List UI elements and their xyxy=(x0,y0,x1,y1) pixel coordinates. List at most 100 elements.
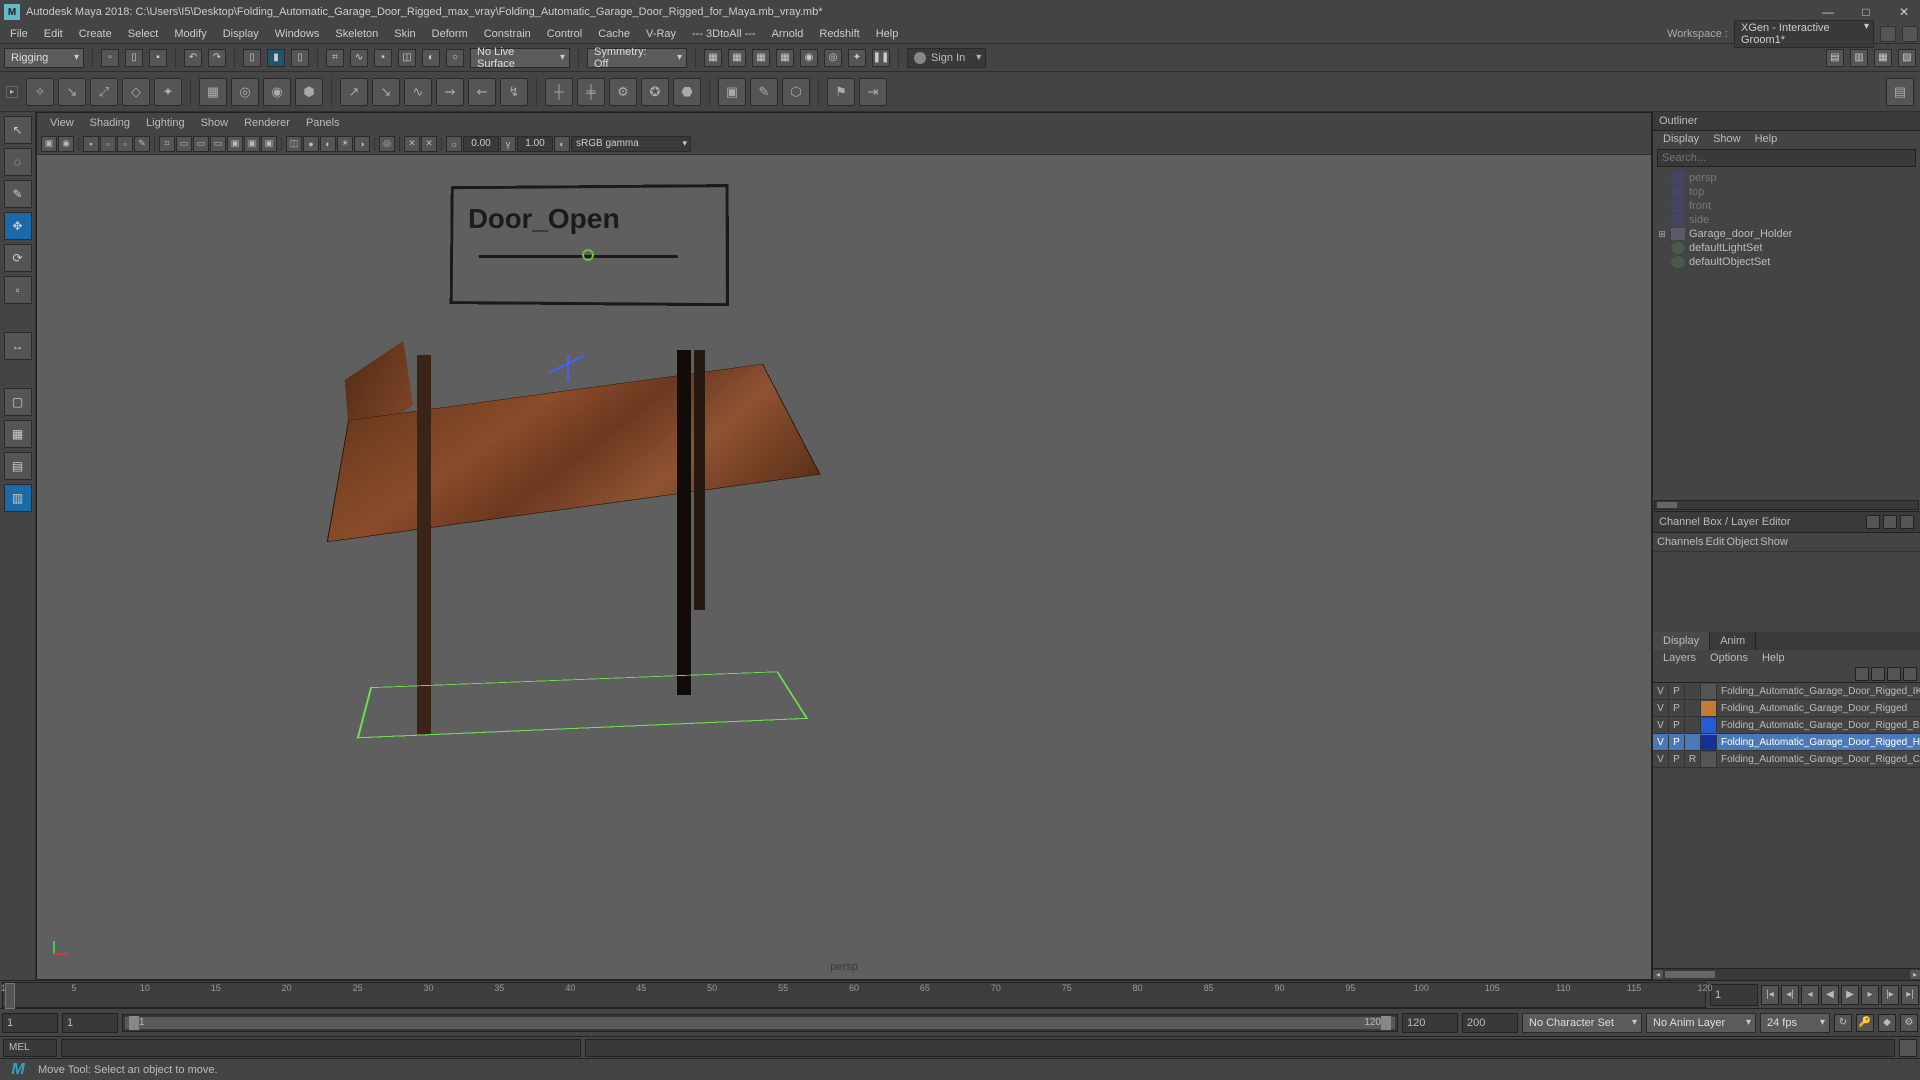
vp-gamma-icon[interactable]: γ xyxy=(500,136,516,152)
layer-list[interactable]: V P Folding_Automatic_Garage_Door_Rigged… xyxy=(1653,682,1920,968)
vp-lock-camera-icon[interactable]: ◉ xyxy=(58,136,74,152)
sign-in-button[interactable]: Sign In xyxy=(907,48,986,68)
select-mode-hierarchy-icon[interactable]: ▯ xyxy=(243,49,261,67)
snap-point-icon[interactable]: • xyxy=(374,49,392,67)
pause-render-icon[interactable]: ❚❚ xyxy=(872,49,890,67)
outliner-search-input[interactable] xyxy=(1657,149,1916,167)
shelf-tool-2-icon[interactable]: ↘ xyxy=(58,78,86,106)
cbox-menu-object[interactable]: Object xyxy=(1726,536,1758,548)
workspace-selector[interactable]: XGen - Interactive Groom1* xyxy=(1734,20,1874,48)
vp-safe-action-icon[interactable]: ▣ xyxy=(244,136,260,152)
shelf-skin-2-icon[interactable]: ◎ xyxy=(231,78,259,106)
menu-skeleton[interactable]: Skeleton xyxy=(327,28,386,40)
shelf-skin-4-icon[interactable]: ⬢ xyxy=(295,78,323,106)
outliner-item-top[interactable]: top xyxy=(1655,185,1918,199)
paint-select-tool[interactable]: ✎ xyxy=(4,180,32,208)
layer-visibility-toggle[interactable]: V xyxy=(1653,735,1669,750)
view-outliner-icon[interactable]: ▥ xyxy=(4,484,32,512)
shelf-deform-4-icon[interactable]: ⇝ xyxy=(436,78,464,106)
live-surface-selector[interactable]: No Live Surface xyxy=(470,48,570,68)
range-start-outer[interactable]: 1 xyxy=(2,1013,58,1033)
menu-constrain[interactable]: Constrain xyxy=(476,28,539,40)
go-start-button[interactable]: |◂ xyxy=(1761,985,1779,1005)
vp-menu-renderer[interactable]: Renderer xyxy=(237,117,297,129)
command-input[interactable] xyxy=(61,1039,581,1057)
sidebar-toggle-4-icon[interactable]: ▧ xyxy=(1898,49,1916,67)
menu-file[interactable]: File xyxy=(2,28,36,40)
layer-row[interactable]: V P Folding_Automatic_Garage_Door_Rigged… xyxy=(1653,683,1920,700)
layer-visibility-toggle[interactable]: V xyxy=(1653,684,1669,699)
vp-select-camera-icon[interactable]: ▣ xyxy=(41,136,57,152)
layer-playback-toggle[interactable]: P xyxy=(1669,718,1685,733)
layer-visibility-toggle[interactable]: V xyxy=(1653,718,1669,733)
layer-color-swatch[interactable] xyxy=(1701,752,1717,767)
expand-icon[interactable]: ⊞ xyxy=(1657,229,1667,240)
layer-name[interactable]: Folding_Automatic_Garage_Door_Rigged xyxy=(1717,703,1920,714)
range-slider-range[interactable]: 1 120 xyxy=(125,1017,1395,1029)
vp-safe-title-icon[interactable]: ▣ xyxy=(261,136,277,152)
scrollbar-thumb[interactable] xyxy=(1657,502,1677,508)
shelf-misc-4-icon[interactable]: ⚑ xyxy=(827,78,855,106)
ipr-render-icon[interactable]: ▦ xyxy=(728,49,746,67)
layer-new-selected-icon[interactable] xyxy=(1903,667,1917,681)
sidebar-toggle-1-icon[interactable]: ▤ xyxy=(1826,49,1844,67)
fps-selector[interactable]: 24 fps xyxy=(1760,1013,1830,1033)
layer-move-down-icon[interactable] xyxy=(1871,667,1885,681)
shelf-end-icon[interactable]: ▤ xyxy=(1886,78,1914,106)
vp-xray-icon[interactable]: ✕ xyxy=(404,136,420,152)
layer-tab-display[interactable]: Display xyxy=(1653,632,1710,650)
vp-2d-pan-icon[interactable]: ▫ xyxy=(117,136,133,152)
scale-tool[interactable]: ▫ xyxy=(4,276,32,304)
channel-box-body[interactable] xyxy=(1653,552,1920,632)
lasso-tool[interactable]: ◌ xyxy=(4,148,32,176)
render-setup-icon[interactable]: ◎ xyxy=(824,49,842,67)
shelf-deform-2-icon[interactable]: ↘ xyxy=(372,78,400,106)
layer-display-type-toggle[interactable] xyxy=(1685,718,1701,733)
outliner-item-side[interactable]: side xyxy=(1655,213,1918,227)
shelf-constrain-4-icon[interactable]: ✪ xyxy=(641,78,669,106)
current-time-indicator[interactable] xyxy=(5,983,15,1009)
set-key-icon[interactable]: ◆ xyxy=(1878,1014,1896,1032)
vp-gamma-value[interactable]: 1.00 xyxy=(517,136,553,152)
scroll-left-icon[interactable]: ◂ xyxy=(1653,970,1663,979)
select-mode-component-icon[interactable]: ▯ xyxy=(291,49,309,67)
cbox-menu-edit[interactable]: Edit xyxy=(1705,536,1724,548)
loop-mode-icon[interactable]: ↻ xyxy=(1834,1014,1852,1032)
scroll-right-icon[interactable]: ▸ xyxy=(1910,970,1920,979)
shelf-deform-5-icon[interactable]: ⇜ xyxy=(468,78,496,106)
view-layout-icon[interactable]: ▤ xyxy=(4,452,32,480)
move-tool[interactable]: ✥ xyxy=(4,212,32,240)
layer-playback-toggle[interactable]: P xyxy=(1669,752,1685,767)
menu-create[interactable]: Create xyxy=(71,28,120,40)
shelf-constrain-2-icon[interactable]: ╪ xyxy=(577,78,605,106)
layer-name[interactable]: Folding_Automatic_Garage_Door_Rigged_Con… xyxy=(1717,754,1920,765)
shelf-deform-1-icon[interactable]: ↗ xyxy=(340,78,368,106)
shelf-tool-3-icon[interactable]: ⤢ xyxy=(90,78,118,106)
view-single-icon[interactable]: ▢ xyxy=(4,388,32,416)
undo-icon[interactable]: ↶ xyxy=(184,49,202,67)
cbox-menu-show[interactable]: Show xyxy=(1760,536,1788,548)
render-settings-icon[interactable]: ▦ xyxy=(752,49,770,67)
sidebar-toggle-2-icon[interactable]: ▥ xyxy=(1850,49,1868,67)
layer-playback-toggle[interactable]: P xyxy=(1669,701,1685,716)
layer-row[interactable]: V P Folding_Automatic_Garage_Door_Rigged… xyxy=(1653,717,1920,734)
layer-name[interactable]: Folding_Automatic_Garage_Door_Rigged_Hel… xyxy=(1717,737,1920,748)
prev-key-button[interactable]: ◂| xyxy=(1781,985,1799,1005)
menu-help[interactable]: Help xyxy=(868,28,907,40)
layer-row[interactable]: V P Folding_Automatic_Garage_Door_Rigged… xyxy=(1653,734,1920,751)
auto-key-icon[interactable]: 🔑 xyxy=(1856,1014,1874,1032)
layer-name[interactable]: Folding_Automatic_Garage_Door_Rigged_Bon xyxy=(1717,720,1920,731)
layer-display-type-toggle[interactable] xyxy=(1685,684,1701,699)
layer-menu-help[interactable]: Help xyxy=(1756,652,1791,664)
select-mode-object-icon[interactable]: ▮ xyxy=(267,49,285,67)
snap-grid-icon[interactable]: ⌗ xyxy=(326,49,344,67)
layer-new-empty-icon[interactable] xyxy=(1887,667,1901,681)
sidebar-toggle-3-icon[interactable]: ▦ xyxy=(1874,49,1892,67)
shelf-constrain-5-icon[interactable]: ⬣ xyxy=(673,78,701,106)
menu-redshift[interactable]: Redshift xyxy=(811,28,867,40)
menu-modify[interactable]: Modify xyxy=(166,28,214,40)
range-slider-track[interactable]: 1 120 xyxy=(122,1014,1398,1032)
range-end-outer[interactable]: 200 xyxy=(1462,1013,1518,1033)
layer-visibility-toggle[interactable]: V xyxy=(1653,752,1669,767)
redo-icon[interactable]: ↷ xyxy=(208,49,226,67)
